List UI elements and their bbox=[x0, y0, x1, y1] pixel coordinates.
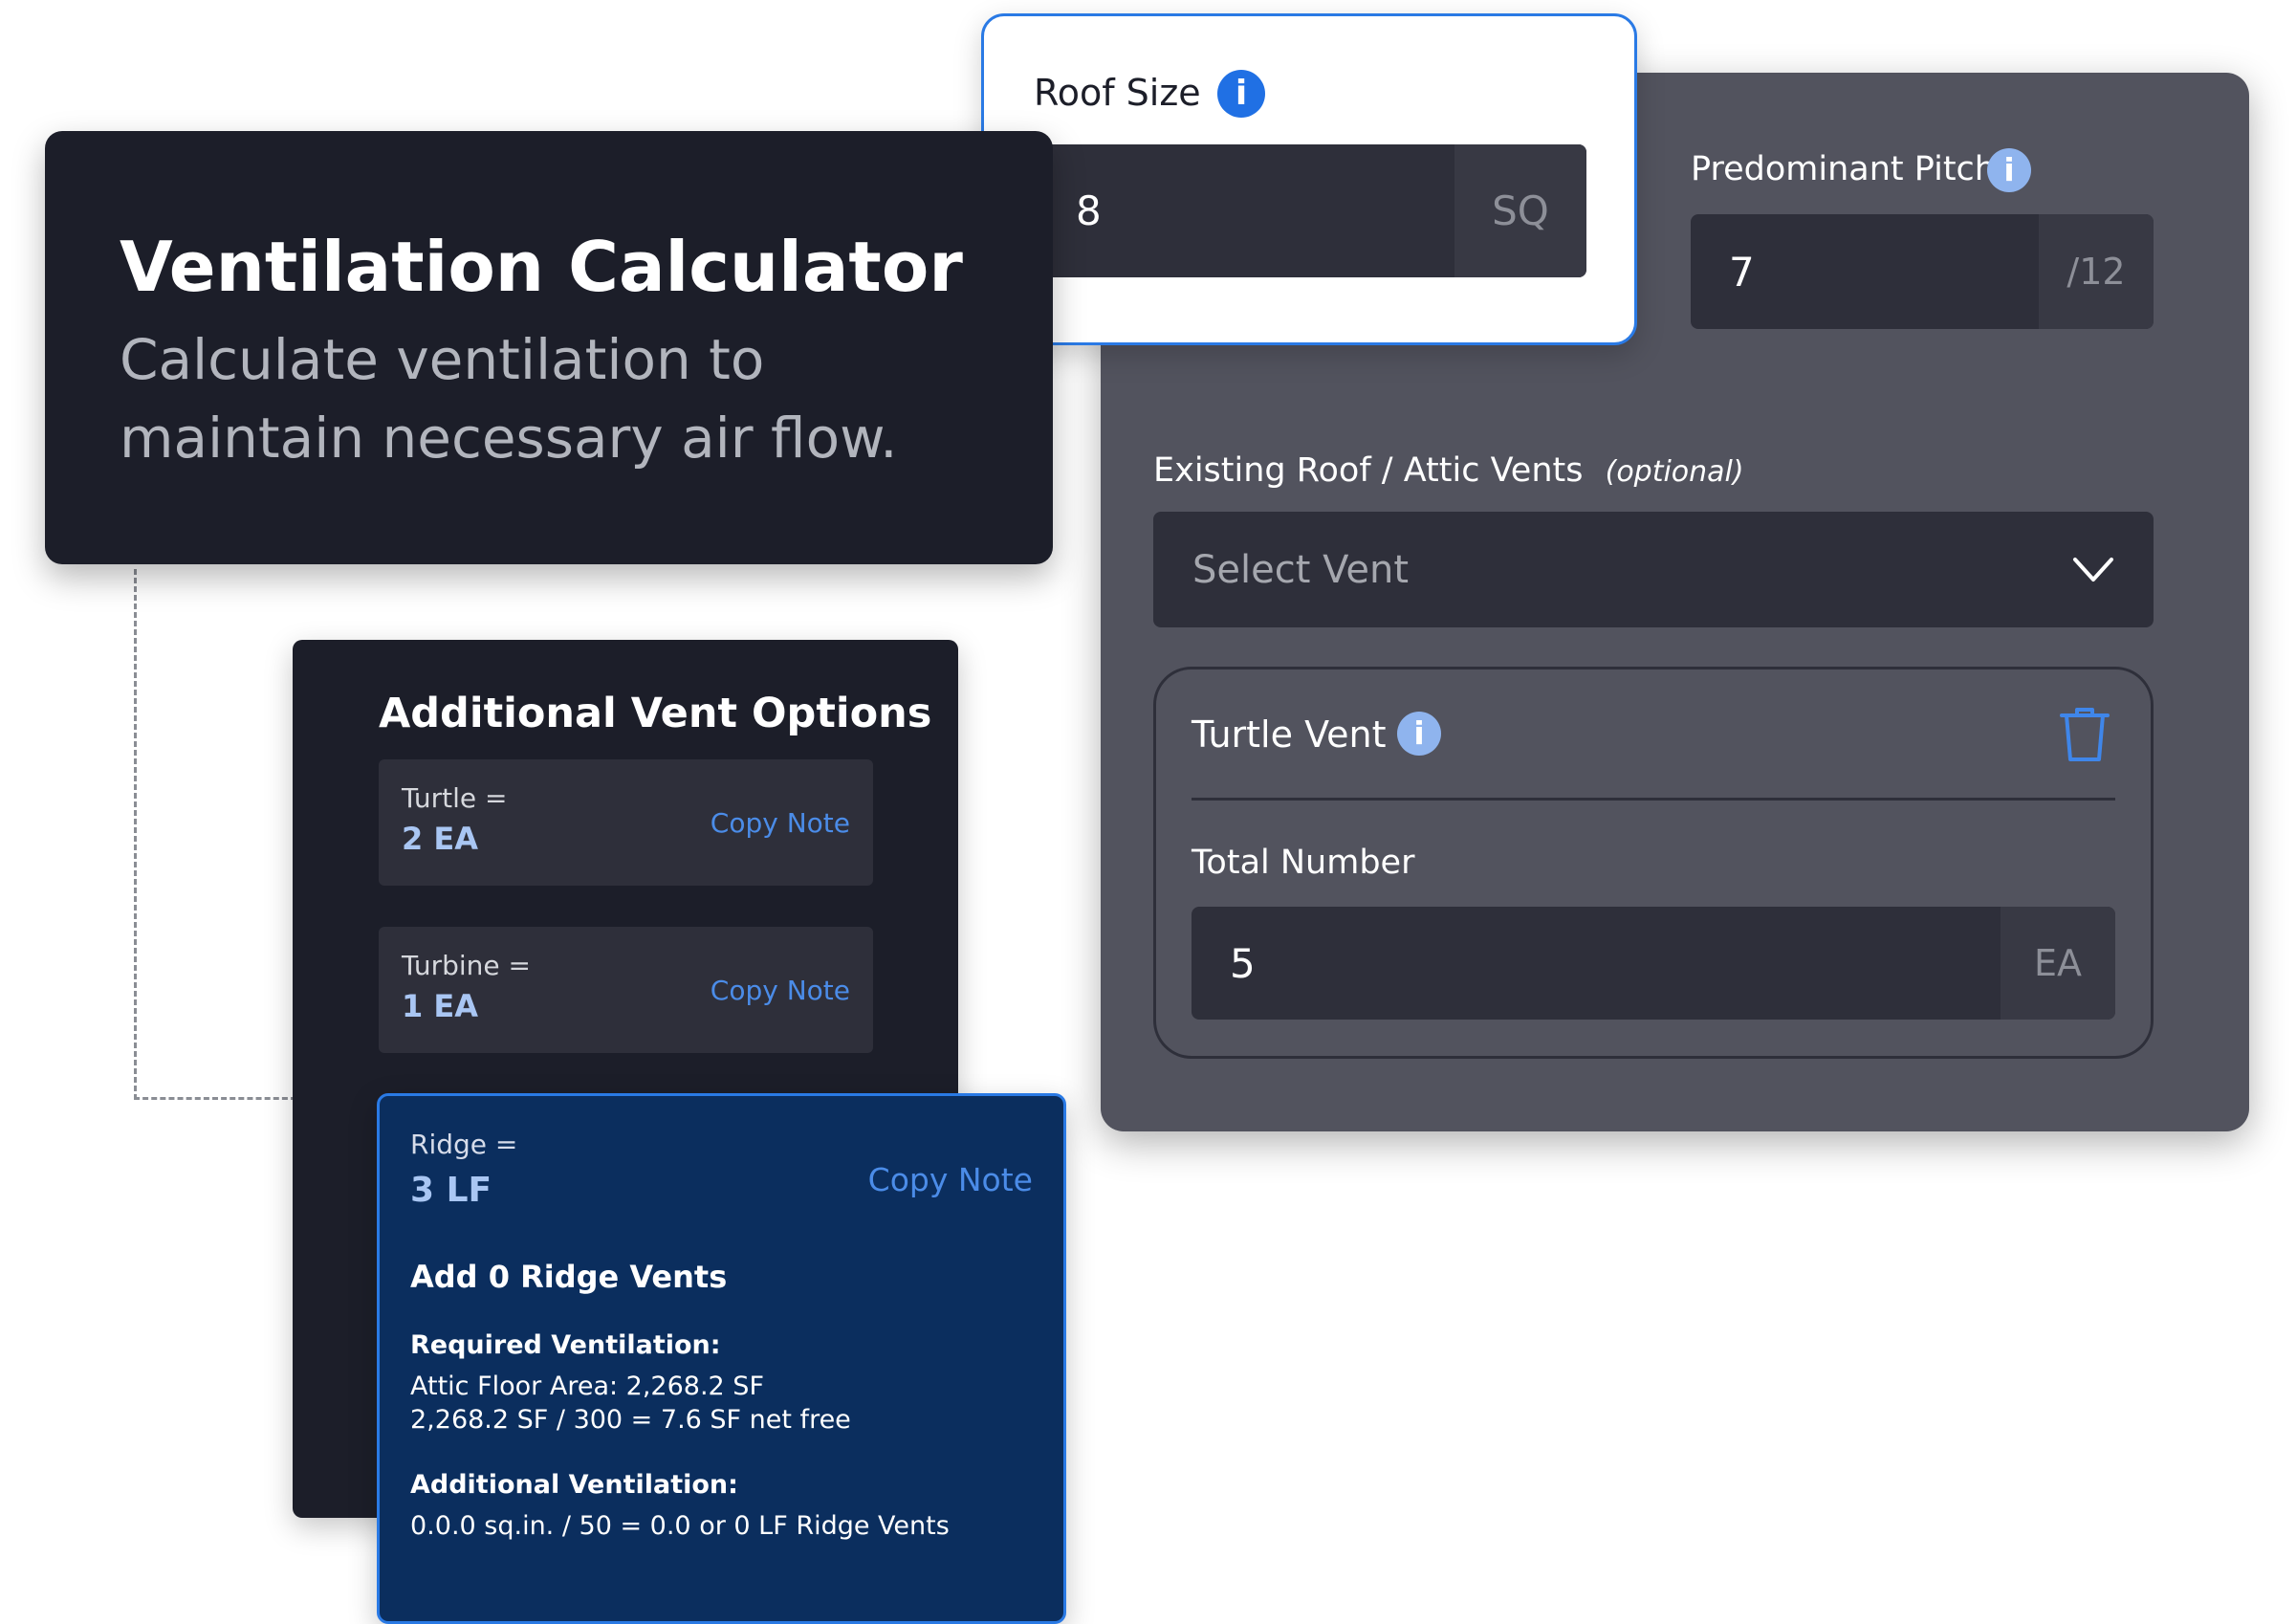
roof-size-label: Roof Size bbox=[1034, 72, 1201, 114]
page-title: Ventilation Calculator bbox=[120, 227, 963, 307]
vent-option-name: Turbine = bbox=[402, 950, 531, 981]
chevron-down-icon bbox=[2073, 558, 2113, 582]
additional-ventilation-line: 0.0.0 sq.in. / 50 = 0.0 or 0 LF Ridge Ve… bbox=[410, 1511, 950, 1541]
vent-options-title: Additional Vent Options bbox=[379, 690, 932, 737]
roof-size-value: 8 bbox=[1076, 187, 1102, 234]
vent-option-name: Turtle = bbox=[402, 782, 508, 814]
pitch-label: Predominant Pitch bbox=[1691, 150, 1996, 188]
total-number-unit: EA bbox=[2001, 907, 2115, 1020]
existing-vents-label: Existing Roof / Attic Vents (optional) bbox=[1153, 451, 1744, 490]
roof-size-input[interactable]: 8 SQ bbox=[1032, 144, 1586, 277]
trash-icon[interactable] bbox=[2058, 706, 2111, 763]
select-vent-placeholder: Select Vent bbox=[1192, 547, 1410, 592]
vent-option-row-turtle: Turtle = 2 EA Copy Note bbox=[379, 759, 873, 886]
vent-option-value: 1 EA bbox=[402, 988, 479, 1024]
optional-label: (optional) bbox=[1605, 455, 1744, 489]
header-card: Ventilation Calculator Calculate ventila… bbox=[45, 131, 1053, 564]
roof-size-card: Roof Size i 8 SQ bbox=[981, 13, 1637, 345]
add-ridge-vents-label: Add 0 Ridge Vents bbox=[410, 1259, 728, 1295]
total-number-input[interactable]: 5 EA bbox=[1192, 907, 2115, 1020]
pitch-info-icon[interactable]: i bbox=[1987, 148, 2031, 192]
additional-ventilation-heading: Additional Ventilation: bbox=[410, 1470, 738, 1500]
turtle-vent-title: Turtle Vent bbox=[1192, 713, 1387, 756]
ridge-copy-note-button[interactable]: Copy Note bbox=[868, 1161, 1033, 1198]
pitch-value: 7 bbox=[1729, 248, 1755, 296]
page-subtitle: Calculate ventilation to maintain necess… bbox=[120, 327, 898, 471]
vent-option-value: 2 EA bbox=[402, 821, 479, 857]
roof-size-unit: SQ bbox=[1454, 144, 1586, 277]
existing-vents-label-text: Existing Roof / Attic Vents bbox=[1153, 451, 1584, 490]
select-vent-dropdown[interactable]: Select Vent bbox=[1153, 512, 2154, 627]
connector-line bbox=[134, 569, 296, 1100]
ridge-vent-card: Ridge = 3 LF Copy Note Add 0 Ridge Vents… bbox=[377, 1093, 1066, 1624]
copy-note-button[interactable]: Copy Note bbox=[711, 927, 850, 1053]
required-ventilation-line: 2,268.2 SF / 300 = 7.6 SF net free bbox=[410, 1405, 851, 1435]
pitch-unit: /12 bbox=[2039, 214, 2154, 329]
copy-note-button[interactable]: Copy Note bbox=[711, 759, 850, 886]
ridge-name: Ridge = bbox=[410, 1129, 518, 1160]
required-ventilation-line: Attic Floor Area: 2,268.2 SF bbox=[410, 1372, 764, 1401]
turtle-info-icon[interactable]: i bbox=[1397, 712, 1441, 756]
pitch-input[interactable]: 7 /12 bbox=[1691, 214, 2154, 329]
ridge-value: 3 LF bbox=[410, 1171, 492, 1210]
vent-option-row-turbine: Turbine = 1 EA Copy Note bbox=[379, 927, 873, 1053]
turtle-card-divider bbox=[1192, 798, 2115, 801]
total-number-label: Total Number bbox=[1192, 844, 1415, 882]
required-ventilation-heading: Required Ventilation: bbox=[410, 1330, 721, 1360]
total-number-value: 5 bbox=[1230, 939, 1256, 987]
roof-size-info-icon[interactable]: i bbox=[1217, 70, 1265, 118]
